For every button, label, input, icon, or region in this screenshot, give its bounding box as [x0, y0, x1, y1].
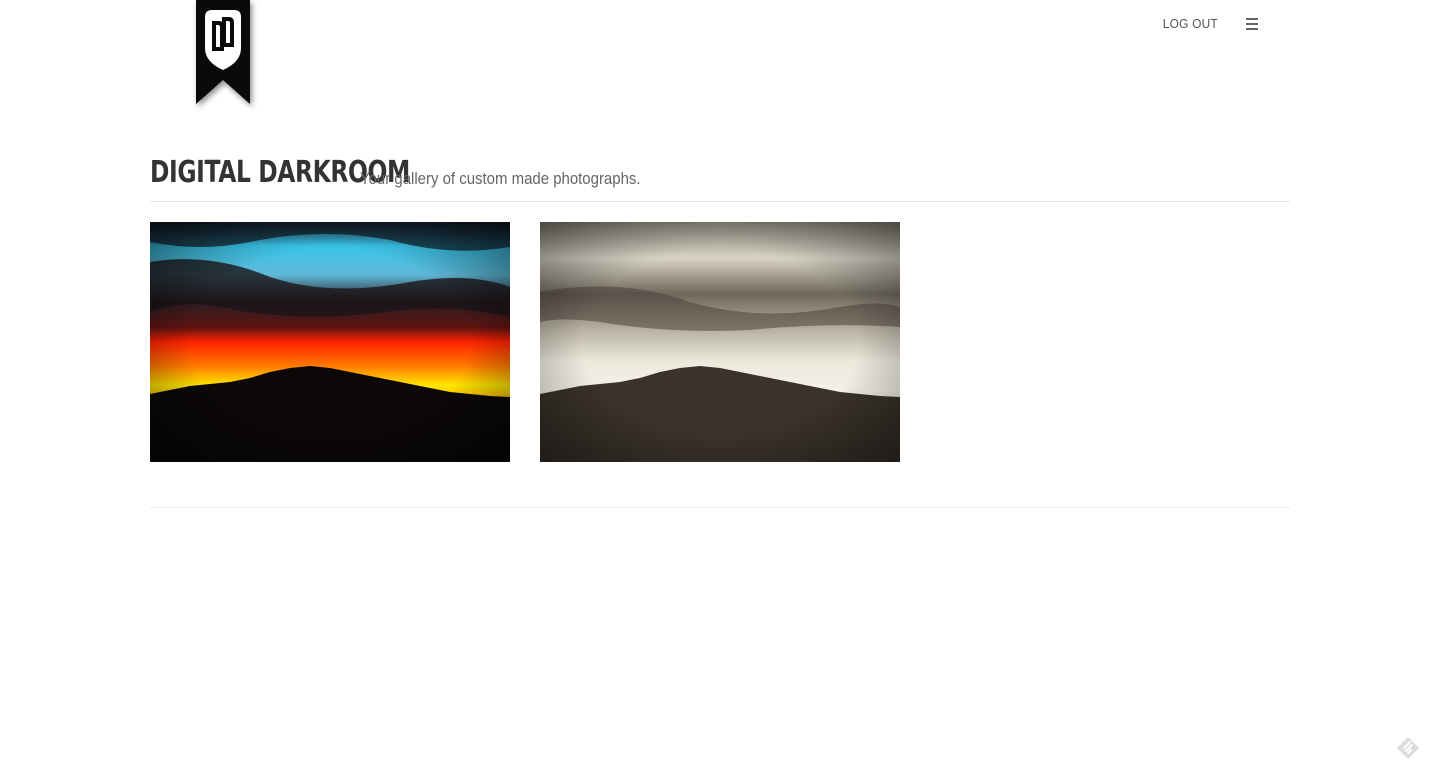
hamburger-menu-icon[interactable]	[1246, 17, 1260, 31]
footer-divider	[150, 507, 1290, 508]
gallery-photo-sepia-sunset[interactable]	[540, 222, 900, 462]
photo-gallery	[150, 222, 900, 462]
top-navigation: LOG OUT	[1158, 16, 1260, 31]
menu-bar	[1246, 27, 1258, 30]
feedback-tag-icon[interactable]	[1396, 736, 1420, 760]
page-header: DIGITAL DARKROOM Your gallery of custom …	[150, 150, 1290, 202]
dd-logo-icon[interactable]	[196, 0, 250, 106]
page-title: DIGITAL DARKROOM	[150, 155, 410, 190]
page-tagline: Your gallery of custom made photographs.	[360, 169, 641, 188]
menu-bar	[1246, 22, 1258, 25]
gallery-photo-color-sunset[interactable]	[150, 222, 510, 462]
logout-link[interactable]: LOG OUT	[1163, 16, 1218, 31]
menu-bar	[1246, 17, 1258, 20]
